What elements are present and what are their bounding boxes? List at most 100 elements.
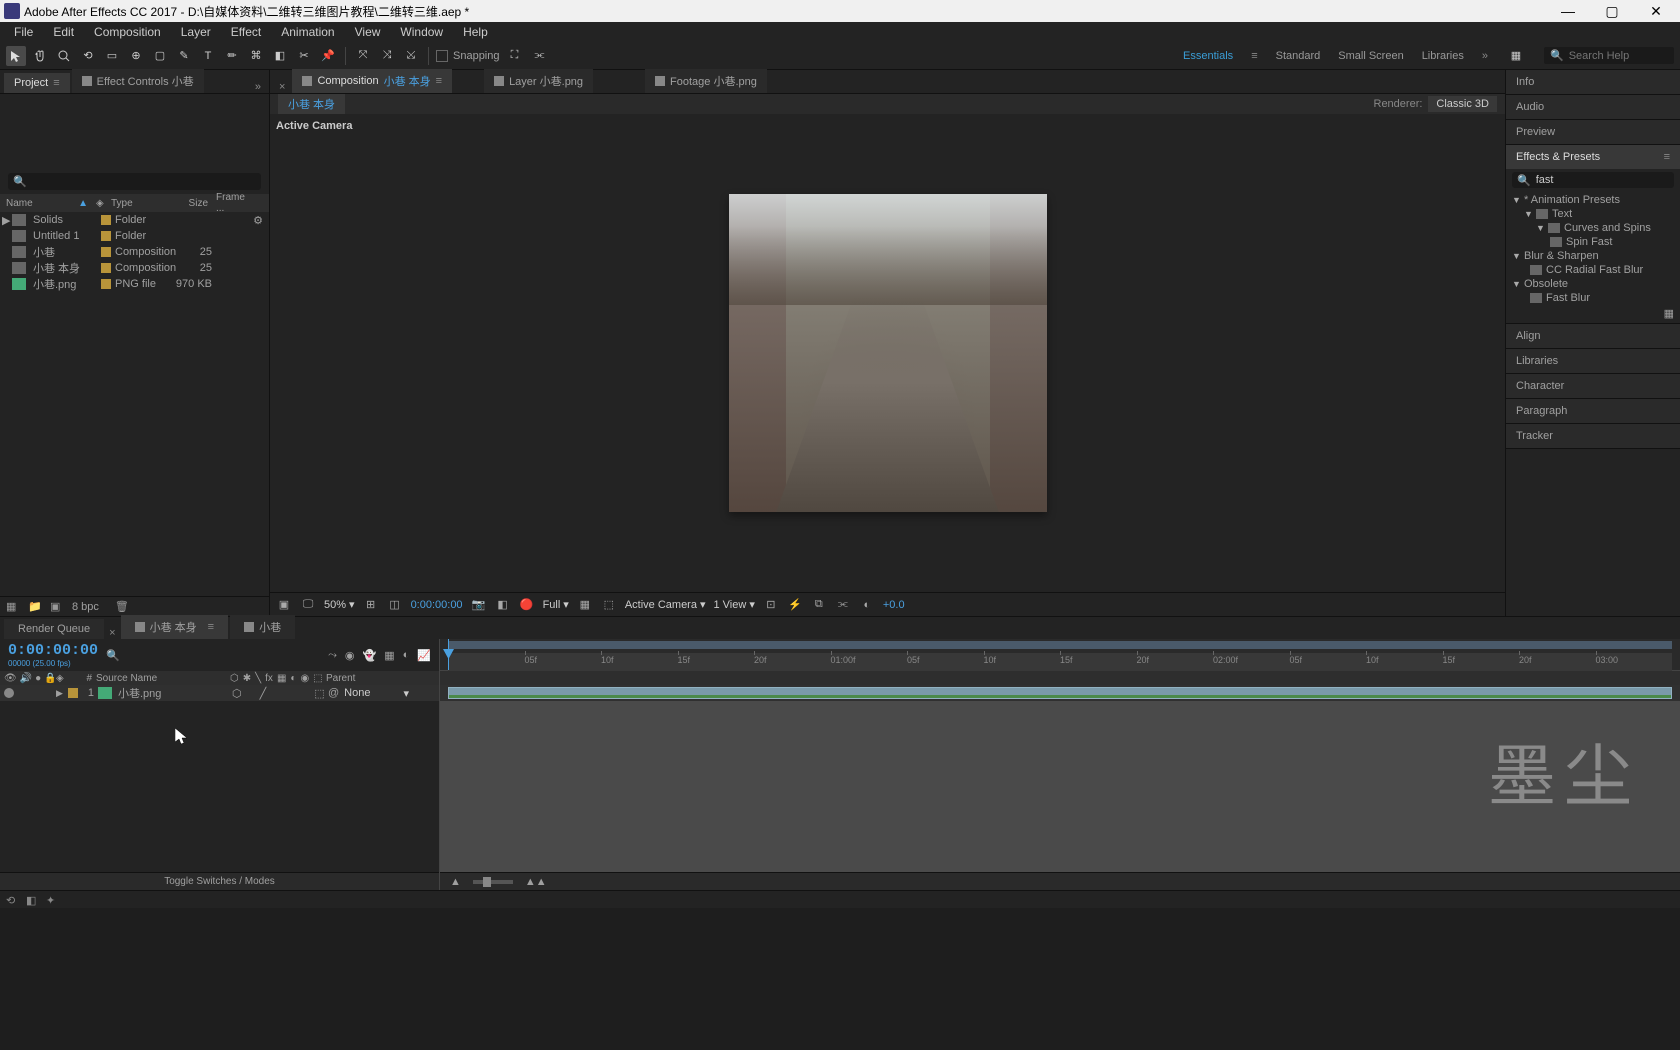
puppet-tool[interactable]: 📌: [318, 46, 338, 66]
menu-effect[interactable]: Effect: [221, 23, 271, 41]
audio-col-icon[interactable]: 🔊: [20, 673, 32, 684]
sort-icon[interactable]: ▲: [78, 198, 88, 209]
pickwhip-icon[interactable]: @: [328, 687, 339, 699]
workspace-standard[interactable]: Standard: [1276, 50, 1321, 62]
motion-blur-icon[interactable]: ◐: [403, 649, 410, 662]
mask-tool[interactable]: ▢: [150, 46, 170, 66]
reset-exposure-icon[interactable]: ◐: [859, 597, 875, 613]
eye-icon[interactable]: [4, 688, 14, 698]
collapse-icon[interactable]: ▼: [1512, 251, 1520, 261]
orbit-tool[interactable]: ⟲: [78, 46, 98, 66]
tab-close-icon[interactable]: ×: [274, 81, 290, 93]
interpret-icon[interactable]: ▦: [6, 600, 20, 614]
tab-menu-icon[interactable]: ≡: [53, 77, 59, 89]
panel-menu-icon[interactable]: ≡: [1664, 151, 1670, 163]
workspace-expand-icon[interactable]: »: [1482, 50, 1488, 62]
tree-item[interactable]: ▼Obsolete: [1512, 277, 1674, 291]
tab-comp1[interactable]: 小巷 本身≡: [121, 615, 228, 639]
roi-icon[interactable]: ▦: [577, 597, 593, 613]
label-col-icon[interactable]: ◈: [56, 673, 76, 684]
zoom-dropdown[interactable]: 50% ▾: [324, 598, 355, 611]
tree-item[interactable]: Fast Blur: [1512, 291, 1674, 305]
col-num[interactable]: #: [76, 673, 96, 684]
type-tool[interactable]: T: [198, 46, 218, 66]
pen-tool[interactable]: ✎: [174, 46, 194, 66]
magnification-icon[interactable]: 🖵: [300, 597, 316, 613]
new-comp-icon[interactable]: ▣: [50, 600, 64, 614]
layer-label[interactable]: [68, 688, 78, 698]
project-search-input[interactable]: [32, 176, 256, 188]
switch-header-icon[interactable]: ╲: [255, 673, 261, 684]
label-swatch[interactable]: [101, 263, 111, 273]
parent-dropdown[interactable]: None ▾: [344, 687, 409, 700]
project-row[interactable]: 小巷.png PNG file 970 KB: [0, 276, 269, 292]
panel-audio[interactable]: Audio: [1506, 95, 1680, 119]
timeline-icon[interactable]: ⧉: [811, 597, 827, 613]
playhead[interactable]: [448, 639, 449, 670]
expand-icon[interactable]: ▶: [56, 688, 63, 699]
snap-option2-icon[interactable]: ⫘: [530, 46, 550, 66]
breadcrumb-item[interactable]: 小巷 本身: [278, 94, 345, 114]
status-icon[interactable]: ◧: [26, 894, 38, 906]
switch-header-icon[interactable]: ▦: [277, 673, 286, 684]
zoom-slider[interactable]: [473, 880, 513, 884]
camera-tool[interactable]: ▭: [102, 46, 122, 66]
selection-tool[interactable]: [6, 46, 26, 66]
tab-project[interactable]: Project ≡: [4, 73, 70, 93]
expand-icon[interactable]: ▶: [2, 214, 12, 227]
trash-icon[interactable]: 🗑: [115, 600, 129, 614]
col-name[interactable]: Name: [6, 198, 33, 209]
close-button[interactable]: ✕: [1644, 2, 1668, 20]
menu-animation[interactable]: Animation: [271, 23, 344, 41]
shy-switch[interactable]: ⬡: [232, 687, 242, 700]
tab-comp2[interactable]: 小巷: [230, 615, 295, 639]
switch-header-icon[interactable]: ◐: [290, 673, 296, 684]
panel-tracker[interactable]: Tracker: [1506, 424, 1680, 448]
resolution-dropdown[interactable]: Full ▾: [543, 598, 569, 611]
label-swatch[interactable]: [101, 279, 111, 289]
switch-header-icon[interactable]: ◉: [300, 673, 309, 684]
workspace-small-screen[interactable]: Small Screen: [1338, 50, 1403, 62]
lock-col-icon[interactable]: 🔒: [44, 673, 56, 684]
col-type[interactable]: Type: [107, 198, 167, 209]
panel-effects-presets[interactable]: Effects & Presets ≡: [1506, 145, 1680, 169]
panel-align[interactable]: Align: [1506, 324, 1680, 348]
panel-libraries[interactable]: Libraries: [1506, 349, 1680, 373]
tab-menu-icon[interactable]: ≡: [208, 621, 214, 633]
tree-item[interactable]: ▼* Animation Presets: [1512, 193, 1674, 207]
clone-tool[interactable]: ⌘: [246, 46, 266, 66]
tab-menu-icon[interactable]: ≡: [436, 75, 442, 87]
panel-preview[interactable]: Preview: [1506, 120, 1680, 144]
local-axis-icon[interactable]: ⤧: [353, 46, 373, 66]
tree-item[interactable]: Spin Fast: [1512, 235, 1674, 249]
snapshot-icon[interactable]: 📷: [471, 597, 487, 613]
menu-file[interactable]: File: [4, 23, 43, 41]
collapse-icon[interactable]: ▼: [1524, 209, 1532, 219]
switch-header-icon[interactable]: fx: [265, 673, 273, 684]
frame-blend-icon[interactable]: ▦: [384, 649, 394, 662]
pan-behind-tool[interactable]: ⊕: [126, 46, 146, 66]
zoom-in-icon[interactable]: ▲▲: [525, 876, 547, 888]
tab-layer[interactable]: Layer 小巷.png: [484, 69, 593, 93]
pixel-aspect-icon[interactable]: ⊡: [763, 597, 779, 613]
channel-icon[interactable]: 🔴: [519, 597, 535, 613]
col-parent[interactable]: Parent: [326, 673, 435, 684]
collapse-icon[interactable]: ▼: [1512, 279, 1520, 289]
3d-switch[interactable]: ⬚: [314, 687, 324, 700]
label-swatch[interactable]: [101, 215, 111, 225]
col-tag[interactable]: ◈: [92, 198, 107, 209]
hand-tool[interactable]: [30, 46, 50, 66]
col-size[interactable]: Size: [167, 198, 212, 209]
project-row[interactable]: 小巷 Composition 25: [0, 244, 269, 260]
quality-switch[interactable]: ╱: [260, 687, 267, 700]
zoom-tool[interactable]: [54, 46, 74, 66]
graph-editor-icon[interactable]: 📈: [417, 649, 431, 662]
layer-row[interactable]: ▶ 1 小巷.png ⬡ ╱ ⬚ @ None ▾: [0, 685, 439, 701]
flowchart-icon[interactable]: ⫘: [835, 597, 851, 613]
label-swatch[interactable]: [101, 247, 111, 257]
maximize-button[interactable]: ▢: [1600, 2, 1624, 20]
panel-character[interactable]: Character: [1506, 374, 1680, 398]
new-folder-icon[interactable]: 📁: [28, 600, 42, 614]
transparency-icon[interactable]: ⬚: [601, 597, 617, 613]
solo-col-icon[interactable]: ●: [35, 673, 41, 684]
